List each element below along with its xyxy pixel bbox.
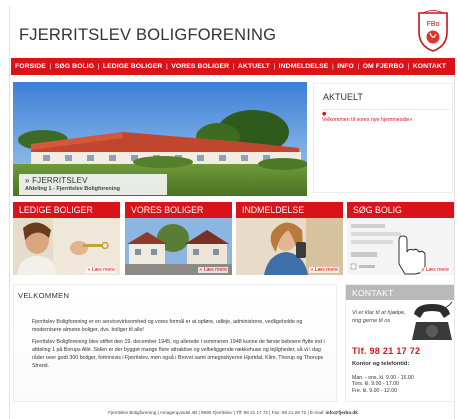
nav-item-indmeldelse[interactable]: INDMELDELSE: [279, 63, 329, 70]
nav-item-om-fjerbo[interactable]: OM FJERBO: [363, 63, 404, 70]
nav-separator: |: [273, 63, 276, 70]
aktuelt-news-link[interactable]: Velkommen til vores nye hjemmeside»: [322, 117, 412, 123]
hero-subtitle: Afdeling 1 - Fjerritslev Boligforening: [25, 186, 121, 192]
nav-item-ledige-boliger[interactable]: LEDIGE BOLIGER: [103, 63, 163, 70]
kontakt-hours: Man. - ons. kl. 9.00 - 16.00 Tors. kl. 9…: [352, 375, 414, 394]
hero-banner[interactable]: » FJERRITSLEV Afdeling 1 - Fjerritslev B…: [13, 82, 307, 196]
kontakt-panel: KONTAKT Vi er klar til at hjælpe, ring g…: [345, 284, 455, 402]
kontakt-header: KONTAKT: [346, 285, 454, 300]
nav-item-soeg-bolig[interactable]: SØG BOLIG: [55, 63, 94, 70]
page: FJERRITSLEV BOLIGFORENING FBo FORSIDE | …: [9, 6, 456, 419]
main-navigation: FORSIDE | SØG BOLIG | LEDIGE BOLIGER | V…: [11, 58, 455, 75]
fjerbo-logo[interactable]: FBo: [416, 8, 450, 52]
kontakt-text: Vi er klar til at hjælpe, ring gerne til…: [352, 310, 406, 324]
nav-item-forside[interactable]: FORSIDE: [15, 63, 46, 70]
box-header: SØG BOLIG: [347, 202, 454, 218]
hero-title[interactable]: » FJERRITSLEV: [25, 176, 161, 185]
kontakt-phone[interactable]: Tlf. 98 21 17 72: [352, 346, 420, 356]
welcome-paragraph: Fjerritslev Boligforening blev stiftet d…: [32, 339, 325, 369]
nav-separator: |: [165, 63, 168, 70]
nav-item-info[interactable]: INFO: [337, 63, 354, 70]
box-soeg-bolig[interactable]: SØG BOLIG » Læs mere: [347, 202, 454, 275]
site-footer: Fjerritslev Boligforening | Amagerqvinde…: [10, 410, 456, 419]
footer-email-link[interactable]: info@fjerbo.dk: [326, 410, 358, 415]
telephone-icon: [408, 300, 454, 342]
nav-item-vores-boliger[interactable]: VORES BOLIGER: [171, 63, 229, 70]
box-read-more-link[interactable]: » Læs mere: [86, 267, 116, 273]
hero-caption: » FJERRITSLEV Afdeling 1 - Fjerritslev B…: [19, 174, 167, 195]
aktuelt-panel: AKTUELT ● Velkommen til vores nye hjemme…: [313, 83, 453, 193]
box-header: LEDIGE BOLIGER: [13, 202, 120, 218]
aktuelt-divider: [322, 109, 450, 110]
logo-lettering: FBo: [427, 21, 440, 28]
aktuelt-title: AKTUELT: [323, 92, 363, 102]
nav-separator: |: [49, 63, 52, 70]
nav-separator: |: [331, 63, 334, 70]
box-title: SØG BOLIG: [353, 205, 402, 215]
nav-separator: |: [97, 63, 100, 70]
site-header: FJERRITSLEV BOLIGFORENING FBo: [10, 6, 456, 58]
welcome-paragraph: Fjerritslev Boligforening er en servicev…: [32, 319, 303, 333]
nav-separator: |: [232, 63, 235, 70]
box-title: VORES BOLIGER: [131, 205, 204, 215]
box-header: VORES BOLIGER: [125, 202, 232, 218]
box-title: INDMELDELSE: [242, 205, 305, 215]
box-read-more-link[interactable]: » Læs mere: [309, 267, 339, 273]
box-ledige-boliger[interactable]: LEDIGE BOLIGER » Læs mere: [13, 202, 120, 275]
box-indmeldelse[interactable]: INDMELDELSE » Læs mere: [236, 202, 343, 275]
box-read-more-link[interactable]: » Læs mere: [420, 267, 450, 273]
nav-separator: |: [357, 63, 360, 70]
footer-text: Fjerritslev Boligforening | Amagerqvinde…: [108, 410, 326, 415]
hours-line: Fre. kl. 9.00 - 12.00: [352, 387, 397, 394]
nav-separator: |: [407, 63, 410, 70]
box-title: LEDIGE BOLIGER: [19, 205, 93, 215]
box-header: INDMELDELSE: [236, 202, 343, 218]
welcome-panel: VELKOMMEN Fjerritslev Boligforening er e…: [13, 284, 337, 402]
welcome-title: VELKOMMEN: [18, 291, 70, 300]
box-vores-boliger[interactable]: VORES BOLIGER » Læs mere: [125, 202, 232, 275]
site-title[interactable]: FJERRITSLEV BOLIGFORENING: [19, 26, 276, 45]
nav-item-kontakt[interactable]: KONTAKT: [413, 63, 446, 70]
kontakt-hours-title: Kontor og telefontid:: [352, 361, 410, 367]
kontakt-title: KONTAKT: [352, 288, 394, 298]
nav-item-aktuelt[interactable]: AKTUELT: [238, 63, 270, 70]
box-read-more-link[interactable]: » Læs mere: [198, 267, 228, 273]
